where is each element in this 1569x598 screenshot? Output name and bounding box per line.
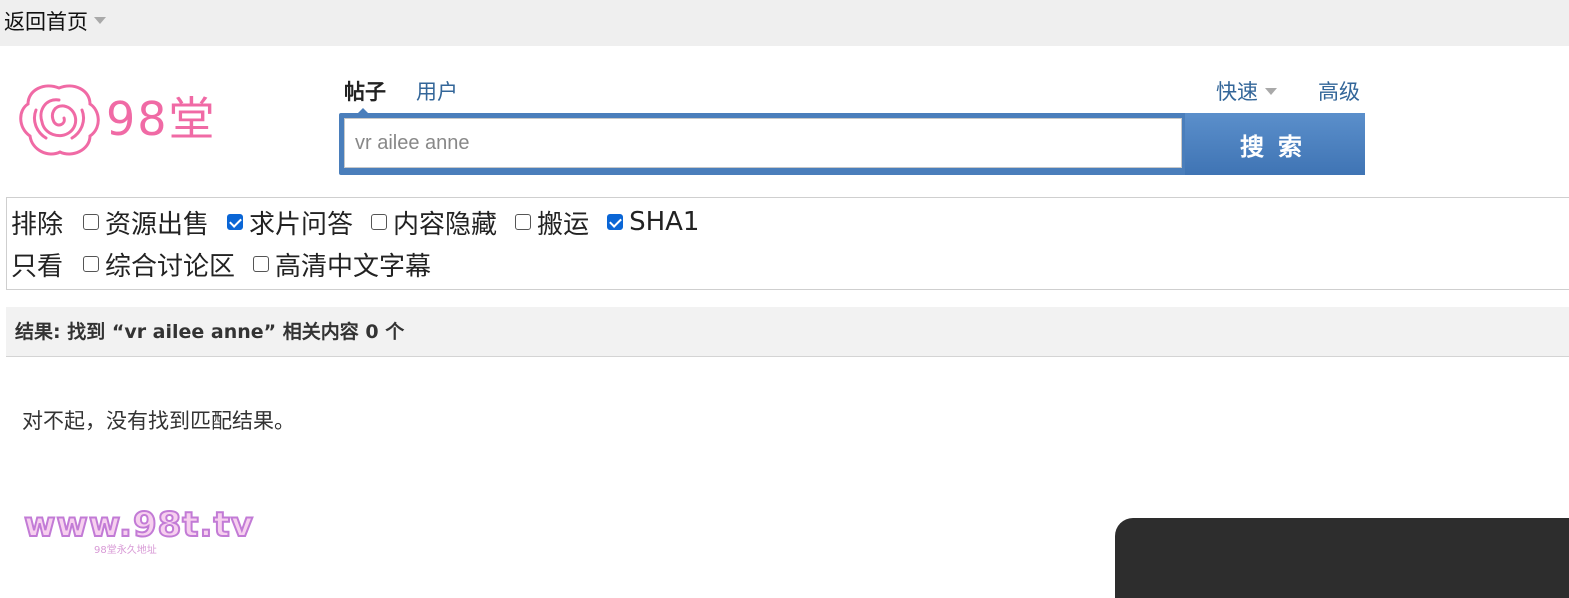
- filter-option-resource-sale[interactable]: 资源出售: [83, 204, 209, 241]
- watermark-url: www.98t.tv: [23, 504, 254, 546]
- filter-option-label: 高清中文字幕: [275, 251, 432, 282]
- filter-option-label: 内容隐藏: [393, 209, 498, 240]
- caret-down-icon[interactable]: [94, 17, 106, 24]
- tab-users[interactable]: 用户: [416, 78, 458, 106]
- filter-option-label: 搬运: [537, 209, 590, 240]
- rose-icon: [19, 84, 100, 156]
- logo-text: 98堂: [106, 92, 217, 146]
- checkbox[interactable]: [515, 214, 532, 230]
- checkbox-checked[interactable]: [227, 214, 244, 230]
- filter-option-sha1[interactable]: SHA1: [607, 207, 699, 237]
- filter-option-request-qa[interactable]: 求片问答: [227, 204, 353, 241]
- results-summary: 结果: 找到 “vr ailee anne” 相关内容 0 个: [15, 321, 405, 343]
- tab-posts[interactable]: 帖子: [344, 78, 386, 106]
- filter-option-repost[interactable]: 搬运: [515, 204, 589, 241]
- only-row: 只看 综合讨论区 高清中文字幕: [11, 244, 449, 284]
- top-bar: 返回首页: [0, 0, 1569, 46]
- empty-message: 对不起，没有找到匹配结果。: [22, 409, 295, 433]
- quick-search-dropdown[interactable]: 快速: [1216, 78, 1258, 106]
- filter-option-general-discussion[interactable]: 综合讨论区: [83, 246, 235, 283]
- filter-option-label: 求片问答: [249, 209, 354, 240]
- filter-option-label: 综合讨论区: [105, 251, 236, 282]
- search-button[interactable]: 搜索: [1185, 113, 1365, 175]
- filter-option-label: SHA1: [629, 207, 700, 237]
- search-input[interactable]: [344, 118, 1182, 168]
- advanced-search-link[interactable]: 高级: [1318, 78, 1360, 106]
- back-to-home-link[interactable]: 返回首页: [4, 8, 88, 36]
- exclude-row: 排除 资源出售 求片问答 内容隐藏 搬运 SHA1: [11, 202, 717, 242]
- watermark-caption: 98堂永久地址: [94, 545, 157, 556]
- filter-option-label: 资源出售: [105, 209, 210, 240]
- checkbox[interactable]: [371, 214, 388, 230]
- checkbox[interactable]: [83, 214, 100, 230]
- search-box: 搜索: [339, 113, 1365, 175]
- filter-panel: 排除 资源出售 求片问答 内容隐藏 搬运 SHA1 只看 综合讨论区 高清中文字…: [6, 197, 1569, 290]
- checkbox[interactable]: [83, 256, 100, 272]
- checkbox-checked[interactable]: [607, 214, 624, 230]
- filter-option-hidden-content[interactable]: 内容隐藏: [371, 204, 497, 241]
- site-logo[interactable]: 98堂: [14, 80, 224, 160]
- caret-down-icon[interactable]: [1265, 88, 1277, 95]
- site-watermark: www.98t.tv 98堂永久地址: [23, 502, 254, 564]
- results-header: 结果: 找到 “vr ailee anne” 相关内容 0 个: [6, 307, 1569, 357]
- checkbox[interactable]: [253, 256, 270, 272]
- filter-option-hd-chinese-subs[interactable]: 高清中文字幕: [253, 246, 431, 283]
- exclude-label: 排除: [11, 209, 64, 240]
- only-label: 只看: [11, 251, 64, 282]
- floating-dark-panel: [1115, 518, 1569, 598]
